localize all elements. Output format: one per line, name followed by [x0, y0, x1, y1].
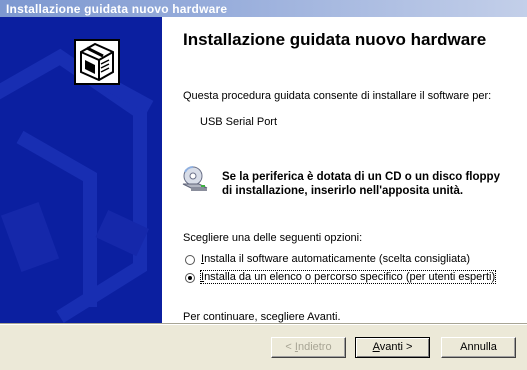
back-button[interactable]: < Indietro: [271, 337, 346, 358]
option-specific-location-label[interactable]: Installa da un elenco o percorso specifi…: [199, 270, 497, 284]
cd-line-2: di installazione, inserirlo nell'apposit…: [222, 185, 464, 197]
cancel-button[interactable]: Annulla: [441, 337, 516, 358]
cd-line-1: Se la periferica è dotata di un CD o un …: [222, 171, 500, 183]
continue-hint: Per continuare, scegliere Avanti.: [183, 311, 341, 323]
page-heading: Installazione guidata nuovo hardware: [183, 30, 487, 49]
window-title: Installazione guidata nuovo hardware: [6, 2, 228, 16]
cd-instructions: Se la periferica è dotata di un CD o un …: [222, 170, 522, 198]
cd-drive-icon: [182, 166, 208, 191]
options-label: Scegliere una delle seguenti opzioni:: [183, 232, 363, 244]
hardware-box-icon: [74, 39, 120, 85]
radio-automatic[interactable]: [185, 255, 195, 265]
wizard-window: Installazione guidata nuovo hardware Ins…: [0, 0, 527, 370]
radio-specific-location[interactable]: [185, 273, 195, 283]
device-name: USB Serial Port: [200, 116, 278, 128]
title-bar[interactable]: Installazione guidata nuovo hardware: [0, 0, 527, 17]
radio-selected-dot: [188, 276, 192, 280]
wizard-sidebar: [0, 17, 162, 323]
footer-divider: [0, 323, 527, 325]
next-button[interactable]: Avanti >: [355, 337, 430, 358]
intro-text: Questa procedura guidata consente di ins…: [183, 90, 492, 102]
option-automatic-label[interactable]: Installa il software automaticamente (sc…: [201, 253, 470, 265]
